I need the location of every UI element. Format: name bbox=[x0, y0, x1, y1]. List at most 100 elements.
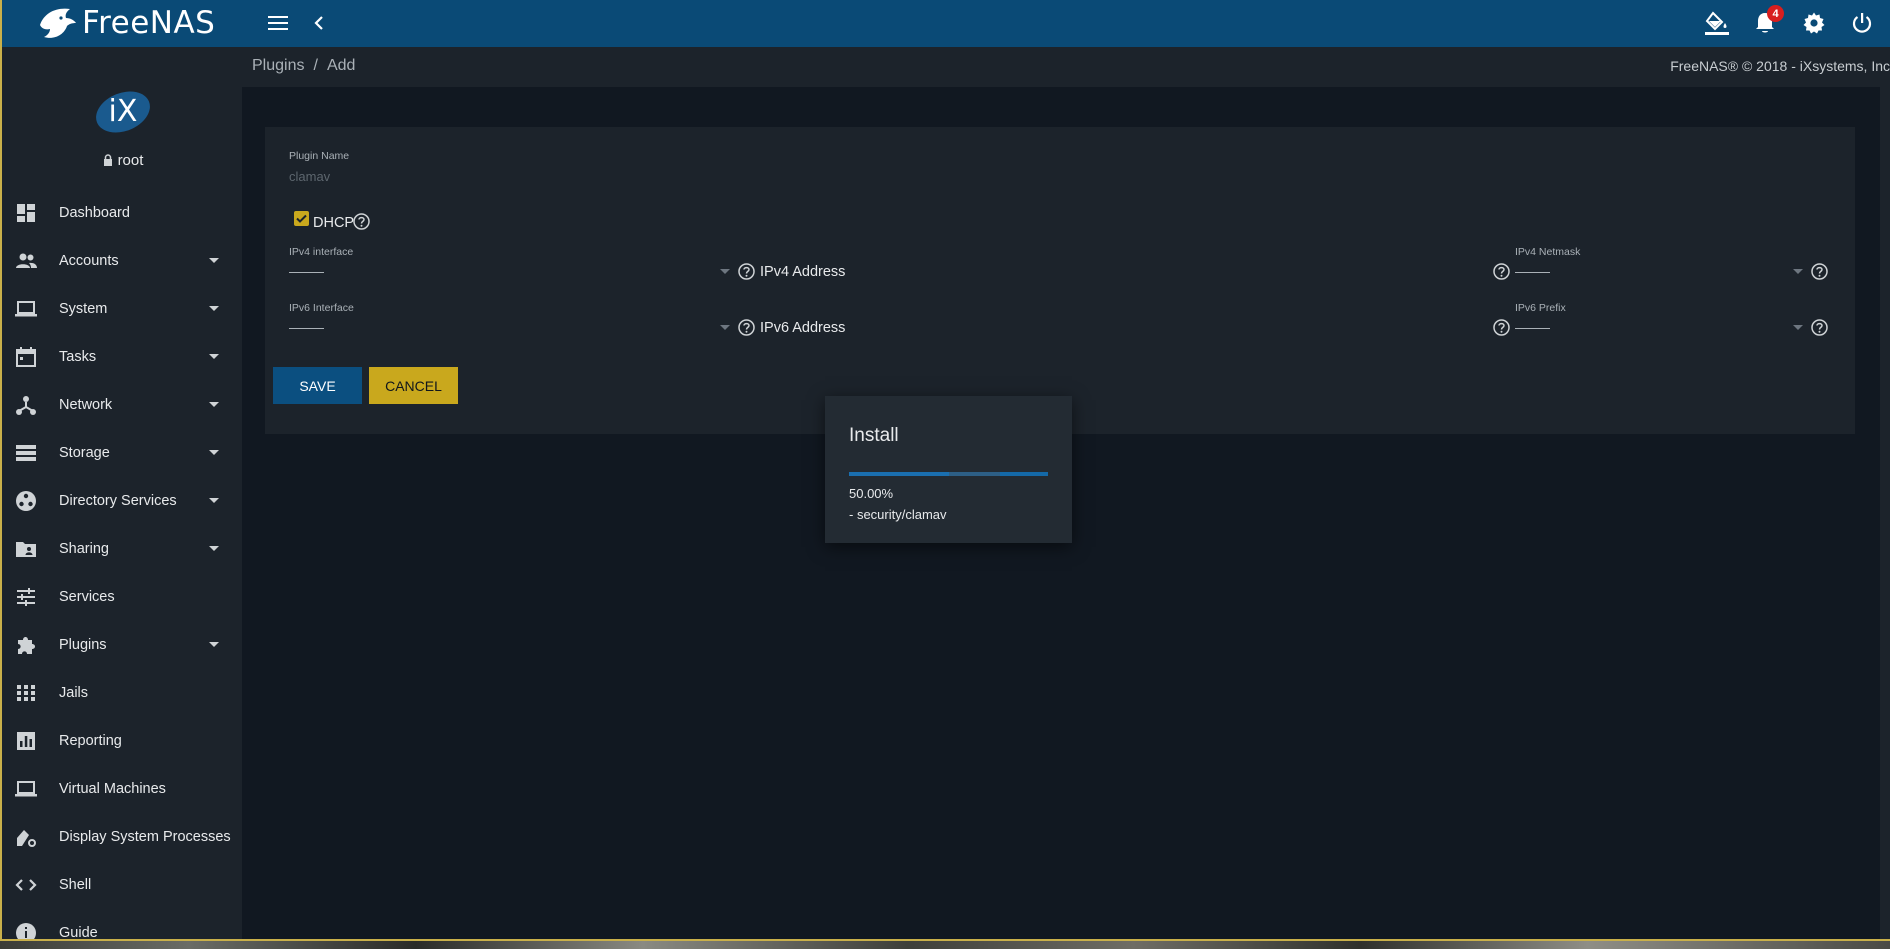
breadcrumb-separator: / bbox=[313, 57, 318, 74]
sidebar-item-reporting[interactable]: Reporting bbox=[2, 717, 242, 765]
settings-button[interactable] bbox=[1799, 8, 1829, 38]
menu-toggle-button[interactable] bbox=[263, 8, 293, 38]
sidebar-item-label: Display System Processes bbox=[59, 829, 231, 845]
sidebar-item-accounts[interactable]: Accounts bbox=[2, 237, 242, 285]
save-button[interactable]: SAVE bbox=[273, 367, 362, 404]
lock-icon bbox=[103, 154, 112, 166]
ipv6-interface-help-icon[interactable] bbox=[738, 319, 755, 336]
network-icon bbox=[16, 396, 36, 415]
checkmark-icon bbox=[296, 214, 307, 223]
expand-caret-icon bbox=[209, 402, 219, 407]
ipv6-interface-dropdown-icon[interactable] bbox=[720, 325, 730, 330]
ipv6-prefix-select[interactable] bbox=[1515, 328, 1550, 329]
sidebar-item-sharing[interactable]: Sharing bbox=[2, 525, 242, 573]
ipv6-address-help-icon[interactable] bbox=[1493, 319, 1510, 336]
dialog-title: Install bbox=[849, 425, 899, 446]
breadcrumb-bar: Plugins / Add FreeNAS® © 2018 - iXsystems,… bbox=[242, 47, 1890, 87]
svg-text:iX: iX bbox=[109, 94, 138, 129]
expand-caret-icon bbox=[209, 546, 219, 551]
dhcp-help-icon[interactable] bbox=[353, 213, 370, 230]
grid-icon bbox=[17, 685, 35, 701]
desktop-background-strip bbox=[0, 939, 1890, 949]
ipv6-prefix-dropdown-icon[interactable] bbox=[1793, 325, 1803, 330]
ipv4-interface-dropdown-icon[interactable] bbox=[720, 269, 730, 274]
sidebar-item-label: Storage bbox=[59, 445, 110, 461]
dhcp-label: DHCP bbox=[313, 215, 355, 231]
install-progress-bar bbox=[849, 472, 1048, 476]
sidebar-item-display-system-processes[interactable]: Display System Processes bbox=[2, 813, 242, 861]
copyright-text: FreeNAS® © 2018 - iXsystems, Inc bbox=[1670, 58, 1890, 74]
cancel-button[interactable]: CANCEL bbox=[369, 367, 458, 404]
laptop-icon bbox=[15, 781, 37, 797]
paint-bucket-icon bbox=[1705, 11, 1729, 35]
avatar: iX bbox=[96, 91, 150, 133]
sidebar-item-guide[interactable]: Guide bbox=[2, 909, 242, 939]
sidebar-item-label: System bbox=[59, 301, 108, 317]
code-icon bbox=[15, 879, 37, 891]
sidebar-item-label: Plugins bbox=[59, 637, 107, 653]
puzzle-icon bbox=[18, 637, 35, 654]
sidebar-item-system[interactable]: System bbox=[2, 285, 242, 333]
collapse-sidebar-button[interactable] bbox=[304, 8, 334, 38]
top-bar: FreeNAS 4 bbox=[0, 0, 1890, 47]
notifications-button[interactable]: 4 bbox=[1750, 5, 1784, 38]
page-scrollbar[interactable] bbox=[1880, 87, 1890, 939]
ipv4-netmask-select[interactable] bbox=[1515, 272, 1550, 273]
sidebar-nav: Dashboard Accounts System Tasks Network … bbox=[2, 189, 242, 939]
sidebar-item-directory-services[interactable]: Directory Services bbox=[2, 477, 242, 525]
ipv6-prefix-label: IPv6 Prefix bbox=[1515, 302, 1566, 314]
install-progress-dialog: Install 50.00% - security/clamav bbox=[825, 396, 1072, 543]
freenas-logo[interactable]: FreeNAS bbox=[36, 2, 215, 44]
sidebar-item-storage[interactable]: Storage bbox=[2, 429, 242, 477]
sidebar-item-label: Directory Services bbox=[59, 493, 177, 509]
storage-icon bbox=[16, 445, 36, 461]
progress-percent-text: 50.00% bbox=[849, 486, 894, 501]
power-icon bbox=[1852, 13, 1872, 33]
info-icon bbox=[16, 923, 36, 939]
directory-icon bbox=[16, 491, 36, 511]
ipv4-interface-select[interactable] bbox=[289, 272, 324, 273]
ipv4-interface-help-icon[interactable] bbox=[738, 263, 755, 280]
sidebar-item-shell[interactable]: Shell bbox=[2, 861, 242, 909]
sidebar-item-label: Services bbox=[59, 589, 115, 605]
sidebar-item-tasks[interactable]: Tasks bbox=[2, 333, 242, 381]
ipv4-netmask-label: IPv4 Netmask bbox=[1515, 246, 1581, 258]
power-button[interactable] bbox=[1847, 8, 1877, 38]
expand-caret-icon bbox=[209, 642, 219, 647]
dhcp-checkbox[interactable] bbox=[294, 211, 309, 226]
ipv4-netmask-help-icon[interactable] bbox=[1811, 263, 1828, 280]
sidebar-item-dashboard[interactable]: Dashboard bbox=[2, 189, 242, 237]
tune-icon bbox=[17, 588, 35, 606]
breadcrumb-plugins-link[interactable]: Plugins bbox=[252, 57, 304, 74]
theme-button[interactable] bbox=[1702, 8, 1732, 38]
expand-caret-icon bbox=[209, 306, 219, 311]
progress-description: - security/clamav bbox=[849, 507, 947, 522]
sidebar-item-label: Dashboard bbox=[59, 205, 130, 221]
sidebar-item-virtual-machines[interactable]: Virtual Machines bbox=[2, 765, 242, 813]
hamburger-icon bbox=[268, 16, 288, 30]
sidebar-item-plugins[interactable]: Plugins bbox=[2, 621, 242, 669]
sidebar-item-jails[interactable]: Jails bbox=[2, 669, 242, 717]
chart-icon bbox=[17, 732, 35, 750]
expand-caret-icon bbox=[209, 258, 219, 263]
progress-bar-fill bbox=[849, 472, 949, 476]
breadcrumb: Plugins / Add bbox=[252, 57, 355, 75]
gear-icon bbox=[1803, 12, 1825, 34]
ipv6-prefix-help-icon[interactable] bbox=[1811, 319, 1828, 336]
sidebar-item-network[interactable]: Network bbox=[2, 381, 242, 429]
sidebar-item-label: Jails bbox=[59, 685, 89, 701]
ipv4-netmask-dropdown-icon[interactable] bbox=[1793, 269, 1803, 274]
ipv6-interface-select[interactable] bbox=[289, 328, 324, 329]
calendar-icon bbox=[16, 347, 36, 367]
plugin-name-input[interactable]: clamav bbox=[289, 169, 330, 184]
sidebar-item-services[interactable]: Services bbox=[2, 573, 242, 621]
sidebar-item-label: Accounts bbox=[59, 253, 119, 269]
username: root bbox=[117, 152, 144, 169]
breadcrumb-current: Add bbox=[326, 57, 356, 74]
sidebar-item-label: Network bbox=[59, 397, 113, 413]
ipv4-address-help-icon[interactable] bbox=[1493, 263, 1510, 280]
ipv6-address-input[interactable]: IPv6 Address bbox=[760, 320, 845, 336]
dashboard-icon bbox=[17, 204, 35, 222]
people-icon bbox=[16, 253, 37, 268]
ipv4-address-input[interactable]: IPv4 Address bbox=[760, 264, 845, 280]
